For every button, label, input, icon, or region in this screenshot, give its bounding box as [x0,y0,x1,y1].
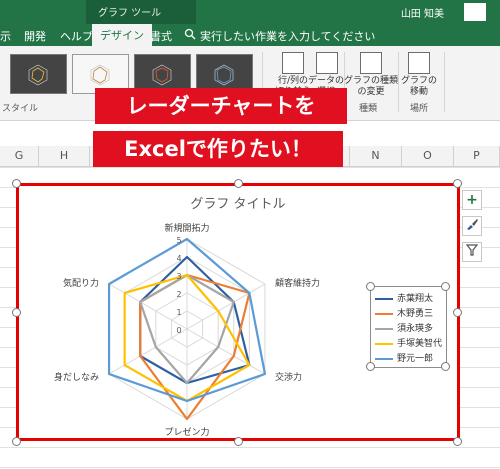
chart-styles-button[interactable] [462,216,482,236]
headline-banner-2: Excelで作りたい！ [93,131,343,167]
tab-format[interactable]: 書式 [150,28,172,44]
tab-view[interactable]: 示 [0,28,11,44]
radar-category-label: 顧客維持力 [275,277,320,289]
tab-developer[interactable]: 開発 [24,28,46,44]
group-label-type: 種類 [358,104,377,114]
radar-tick-label: 3 [176,272,181,281]
move-chart-button[interactable]: グラフの 移動 [398,76,440,98]
legend-label: 野元一郎 [397,354,434,364]
legend-swatch [375,312,393,315]
group-label-location: 場所 [409,104,428,114]
search-icon[interactable] [184,28,196,43]
resize-handle[interactable] [234,437,243,446]
resize-handle[interactable] [12,308,21,317]
legend-label: 須永瑛多 [397,324,434,334]
move-chart-icon[interactable] [408,52,430,74]
legend-item[interactable]: 須永瑛多 [375,321,433,334]
radar-tick-label: 4 [176,254,181,263]
legend-label: 赤葉翔太 [397,294,434,304]
legend-resize-handle[interactable] [366,362,375,371]
legend-item[interactable]: 手塚美智代 [375,336,442,349]
radar-tick-label: 2 [176,290,181,299]
search-input[interactable]: 実行したい作業を入力してください [200,28,375,44]
avatar[interactable] [464,3,486,21]
column-n[interactable]: N [350,146,402,166]
chart-legend[interactable]: 赤葉翔太木野勇三須永瑛多手塚美智代野元一郎 [370,286,447,368]
legend-swatch [375,327,393,330]
radar-series-line[interactable] [139,255,251,385]
chart-title[interactable]: グラフ タイトル [190,197,285,212]
radar-category-label: 新規開拓力 [164,222,209,234]
tab-help[interactable]: ヘルプ [60,28,93,44]
legend-label: 木野勇三 [397,309,434,319]
radar-tick-label: 1 [176,308,181,317]
radar-category-label: プレゼン力 [164,426,209,438]
legend-item[interactable]: 赤葉翔太 [375,291,433,304]
ribbon-separator [444,52,445,112]
column-h[interactable]: H [39,146,90,166]
select-data-icon[interactable] [316,52,338,74]
legend-swatch [375,342,393,345]
ribbon-tab-bar: 示 開発 ヘルプ デザイン 書式 実行したい作業を入力してください [0,24,500,46]
title-bar: グラフ ツール 山田 知美 [0,0,500,24]
resize-handle[interactable] [12,437,21,446]
add-chart-element-button[interactable]: + [462,190,482,210]
legend-resize-handle[interactable] [441,282,450,291]
chart-tools-context-tab: グラフ ツール [86,0,196,24]
brush-icon [467,219,478,230]
radar-tick-label: 0 [176,326,181,335]
legend-swatch [375,297,393,300]
tab-design[interactable]: デザイン [92,24,152,46]
legend-label: 手塚美智代 [397,339,443,349]
legend-swatch [375,357,393,360]
resize-handle[interactable] [453,437,462,446]
radar-category-label: 身だしなみ [54,371,99,383]
resize-handle[interactable] [453,179,462,188]
user-name[interactable]: 山田 知美 [401,5,444,20]
chart-tools-label: グラフ ツール [98,8,162,19]
chart-style-thumbnail-1[interactable] [10,54,67,94]
group-label-style: スタイル [1,104,38,114]
column-p[interactable]: P [454,146,500,166]
column-o[interactable]: O [402,146,454,166]
change-chart-type-icon[interactable] [360,52,382,74]
change-chart-type-button[interactable]: グラフの種類 の変更 [344,76,398,98]
legend-item[interactable]: 野元一郎 [375,351,433,364]
legend-item[interactable]: 木野勇三 [375,306,433,319]
legend-resize-handle[interactable] [366,282,375,291]
headline-banner-1: レーダーチャートを [95,88,347,124]
switch-row-column-icon[interactable] [282,52,304,74]
radar-category-label: 交渉力 [275,371,302,383]
resize-handle[interactable] [234,179,243,188]
filter-icon [465,244,479,256]
radar-tick-label: 5 [176,236,181,245]
radar-category-label: 気配り力 [63,277,99,289]
chart-filters-button[interactable] [462,242,482,262]
column-g[interactable]: G [0,146,39,166]
resize-handle[interactable] [12,179,21,188]
legend-resize-handle[interactable] [441,362,450,371]
resize-handle[interactable] [453,308,462,317]
